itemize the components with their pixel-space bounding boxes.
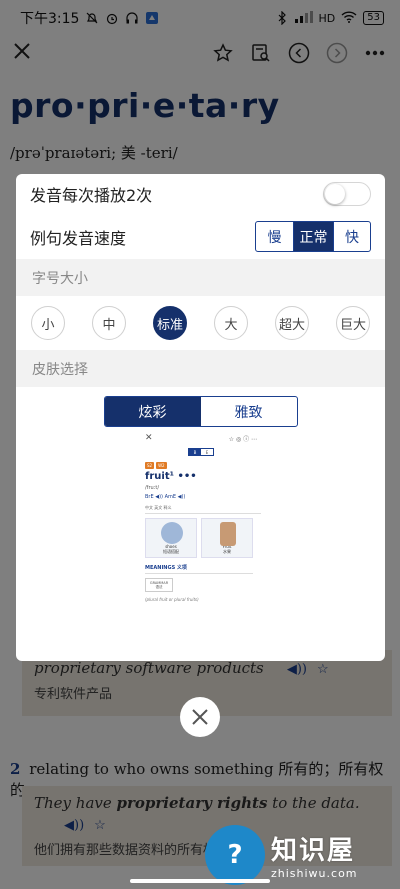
skin-elegant[interactable]: 雅致 bbox=[201, 397, 297, 426]
preview-grammar-sub: 语法 bbox=[155, 584, 163, 589]
preview-grammar: GRAMMAR 语法 bbox=[145, 578, 173, 592]
speed-fast[interactable]: 快 bbox=[334, 222, 370, 251]
watermark-logo: ? bbox=[205, 824, 265, 885]
font-size-options: 小 中 标准 大 超大 巨大 bbox=[16, 296, 385, 350]
auto-play-label: 发音每次播放2次 bbox=[30, 186, 153, 205]
skin-colorful[interactable]: 炫彩 bbox=[104, 397, 201, 426]
home-indicator[interactable] bbox=[130, 879, 270, 883]
font-size-header: 字号大小 bbox=[16, 259, 385, 296]
font-size-large[interactable]: 大 bbox=[214, 306, 248, 340]
skin-preview: ✕ ☆ ◎ ⓘ ⋯ B E S2 W2 fruit¹ ••• /fruːt/ B… bbox=[141, 432, 261, 644]
preview-footer: (plural fruit or plural fruits) bbox=[145, 597, 199, 602]
preview-badges: S2 W2 bbox=[145, 462, 261, 469]
skin-selector: 炫彩 雅致 bbox=[103, 396, 298, 427]
preview-pron: /fruːt/ bbox=[145, 485, 159, 491]
font-size-standard[interactable]: 标准 bbox=[153, 306, 187, 340]
close-icon bbox=[192, 709, 208, 725]
preview-video-thumb bbox=[161, 522, 183, 544]
font-size-xxlarge[interactable]: 巨大 bbox=[336, 306, 370, 340]
watermark-text: 知识屋 zhishiwu.com bbox=[271, 830, 358, 880]
preview-actions: ☆ ◎ ⓘ ⋯ bbox=[228, 435, 257, 443]
font-size-small[interactable]: 小 bbox=[31, 306, 65, 340]
preview-tabs: 中文 英文 释义 bbox=[145, 505, 261, 514]
preview-fruit-image bbox=[220, 522, 236, 546]
font-size-medium[interactable]: 中 bbox=[92, 306, 126, 340]
preview-card-1-sub: 短语搭配 bbox=[163, 549, 179, 554]
settings-modal: 发音每次播放2次 例句发音速度 慢 正常 快 字号大小 小 中 标准 大 超大 … bbox=[16, 174, 385, 661]
preview-seg-e: E bbox=[205, 449, 209, 455]
speed-slow[interactable]: 慢 bbox=[256, 222, 294, 251]
font-size-xlarge[interactable]: 超大 bbox=[275, 306, 309, 340]
preview-cards: shoes 短语搭配 Fruit 水果 bbox=[145, 518, 261, 558]
preview-word: fruit¹ ••• bbox=[145, 471, 197, 482]
auto-play-toggle[interactable] bbox=[323, 182, 371, 206]
preview-badge-s2: S2 bbox=[145, 462, 155, 469]
preview-card-2-sub: 水果 bbox=[223, 549, 231, 554]
auto-play-row: 发音每次播放2次 bbox=[16, 174, 385, 214]
preview-topbar: ✕ ☆ ◎ ⓘ ⋯ bbox=[141, 432, 261, 444]
watermark-sub: zhishiwu.com bbox=[271, 866, 358, 880]
preview-badge-w2: W2 bbox=[156, 462, 167, 469]
close-modal-button[interactable] bbox=[180, 697, 220, 737]
speed-row: 例句发音速度 慢 正常 快 bbox=[16, 214, 385, 259]
preview-card-2: Fruit 水果 bbox=[201, 518, 253, 558]
toggle-knob bbox=[325, 184, 345, 204]
preview-meanings: MEANINGS 义项 bbox=[145, 564, 253, 574]
preview-close-icon: ✕ bbox=[145, 433, 153, 443]
speed-normal[interactable]: 正常 bbox=[294, 222, 334, 251]
speed-label: 例句发音速度 bbox=[30, 228, 127, 248]
preview-card-1: shoes 短语搭配 bbox=[145, 518, 197, 558]
speed-selector: 慢 正常 快 bbox=[255, 221, 371, 252]
watermark-title: 知识屋 bbox=[271, 835, 356, 866]
preview-seg-b: B bbox=[189, 449, 201, 455]
preview-seg: B E bbox=[188, 448, 214, 456]
skin-header: 皮肤选择 bbox=[16, 350, 385, 387]
preview-pron-line: BrE ◀)) AmE ◀)) bbox=[145, 494, 186, 500]
